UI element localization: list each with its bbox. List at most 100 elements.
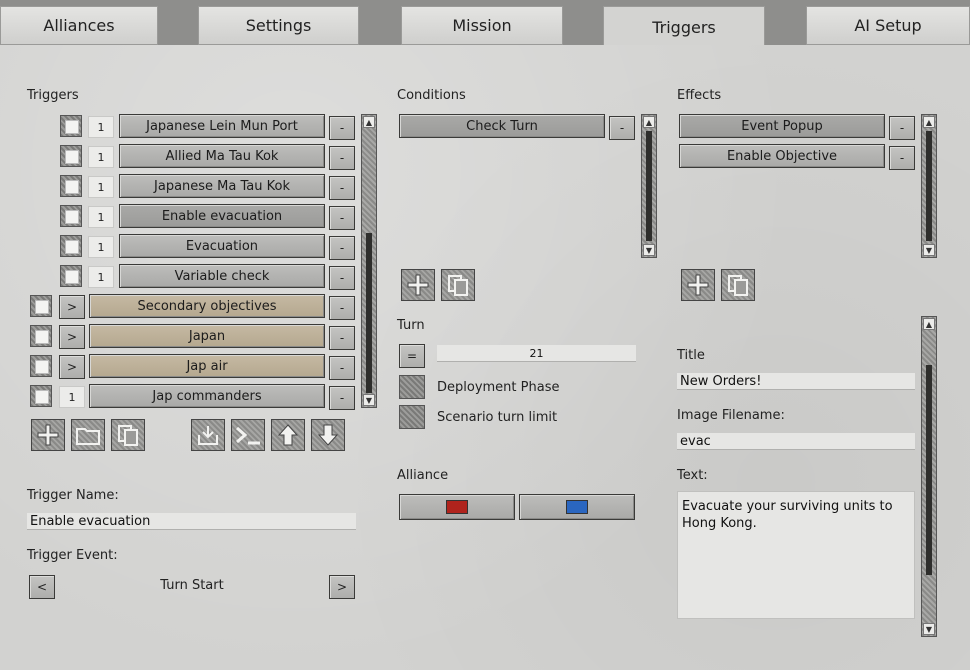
remove-trigger-button[interactable]: - xyxy=(329,326,355,350)
tab-label: Triggers xyxy=(652,17,716,37)
remove-trigger-button[interactable]: - xyxy=(329,116,355,140)
remove-trigger-button[interactable]: - xyxy=(329,146,355,170)
triggers-header: Triggers xyxy=(27,88,79,103)
scroll-up-icon[interactable]: ▲ xyxy=(363,116,375,128)
remove-trigger-button[interactable]: - xyxy=(329,266,355,290)
add-condition-button[interactable] xyxy=(401,269,435,301)
tab-ai-setup[interactable]: AI Setup xyxy=(806,6,970,45)
trigger-count: 1 xyxy=(88,206,114,228)
alliance-blue-button[interactable] xyxy=(519,494,635,520)
remove-trigger-button[interactable]: - xyxy=(329,236,355,260)
folder-icon xyxy=(76,428,100,445)
scroll-up-icon[interactable]: ▲ xyxy=(923,116,935,128)
trigger-checkbox[interactable] xyxy=(60,145,82,167)
trigger-checkbox[interactable] xyxy=(30,355,52,377)
trigger-name-input[interactable]: Enable evacuation xyxy=(27,513,356,530)
trigger-name-label: Trigger Name: xyxy=(27,488,119,503)
copy-effect-button[interactable] xyxy=(721,269,755,301)
turn-operator-button[interactable]: = xyxy=(399,344,425,368)
trigger-folder[interactable]: Secondary objectives xyxy=(89,294,325,318)
scenario-turn-limit-checkbox[interactable] xyxy=(399,405,425,429)
trigger-item[interactable]: Jap commanders xyxy=(89,384,325,408)
trigger-count: 1 xyxy=(88,176,114,198)
expand-folder-button[interactable]: > xyxy=(59,295,85,319)
tab-mission[interactable]: Mission xyxy=(401,6,563,45)
event-prev-button[interactable]: < xyxy=(29,575,55,599)
remove-trigger-button[interactable]: - xyxy=(329,356,355,380)
trigger-checkbox[interactable] xyxy=(60,205,82,227)
scroll-down-icon[interactable]: ▼ xyxy=(923,623,935,635)
tab-triggers[interactable]: Triggers xyxy=(603,6,765,47)
trigger-checkbox[interactable] xyxy=(60,265,82,287)
trigger-count: 1 xyxy=(88,266,114,288)
trigger-folder[interactable]: Jap air xyxy=(89,354,325,378)
effect-item-selected[interactable]: Event Popup xyxy=(679,114,885,138)
remove-condition-button[interactable]: - xyxy=(609,116,635,140)
conditions-scrollbar[interactable]: ▲ ▼ xyxy=(641,114,657,258)
remove-trigger-button[interactable]: - xyxy=(329,176,355,200)
deployment-phase-checkbox[interactable] xyxy=(399,375,425,399)
copy-icon xyxy=(118,425,138,446)
image-filename-input[interactable]: evac xyxy=(677,433,915,450)
effect-details-scrollbar[interactable]: ▲ ▼ xyxy=(921,316,937,637)
scrollbar-thumb[interactable] xyxy=(926,365,932,575)
triggers-scrollbar[interactable]: ▲ ▼ xyxy=(361,114,377,408)
trigger-checkbox[interactable] xyxy=(30,295,52,317)
effects-scrollbar[interactable]: ▲ ▼ xyxy=(921,114,937,258)
condition-item[interactable]: Check Turn xyxy=(399,114,605,138)
copy-icon xyxy=(728,275,748,296)
title-input[interactable]: New Orders! xyxy=(677,373,915,390)
tab-label: AI Setup xyxy=(854,16,922,35)
trigger-checkbox[interactable] xyxy=(60,235,82,257)
copy-trigger-button[interactable] xyxy=(111,419,145,451)
copy-condition-button[interactable] xyxy=(441,269,475,301)
scrollbar-thumb[interactable] xyxy=(646,131,652,241)
remove-effect-button[interactable]: - xyxy=(889,116,915,140)
trigger-item[interactable]: Evacuation xyxy=(119,234,325,258)
alliance-blue-swatch xyxy=(566,500,588,514)
console-button[interactable] xyxy=(231,419,265,451)
scroll-up-icon[interactable]: ▲ xyxy=(923,318,935,330)
add-folder-button[interactable] xyxy=(71,419,105,451)
event-next-button[interactable]: > xyxy=(329,575,355,599)
trigger-folder[interactable]: Japan xyxy=(89,324,325,348)
move-down-button[interactable] xyxy=(311,419,345,451)
expand-folder-button[interactable]: > xyxy=(59,325,85,349)
add-icon xyxy=(37,424,59,446)
move-up-icon xyxy=(277,424,299,446)
scroll-down-icon[interactable]: ▼ xyxy=(923,244,935,256)
trigger-checkbox[interactable] xyxy=(60,115,82,137)
remove-trigger-button[interactable]: - xyxy=(329,206,355,230)
scroll-up-icon[interactable]: ▲ xyxy=(643,116,655,128)
add-effect-button[interactable] xyxy=(681,269,715,301)
effects-header: Effects xyxy=(677,88,722,103)
effect-text-area[interactable]: Evacuate your surviving units to Hong Ko… xyxy=(677,491,915,619)
trigger-item[interactable]: Japanese Ma Tau Kok xyxy=(119,174,325,198)
trigger-checkbox[interactable] xyxy=(30,325,52,347)
trigger-item-selected[interactable]: Enable evacuation xyxy=(119,204,325,228)
trigger-checkbox[interactable] xyxy=(60,175,82,197)
add-trigger-button[interactable] xyxy=(31,419,65,451)
trigger-checkbox[interactable] xyxy=(30,385,52,407)
remove-effect-button[interactable]: - xyxy=(889,146,915,170)
scrollbar-thumb[interactable] xyxy=(366,233,372,393)
scroll-down-icon[interactable]: ▼ xyxy=(363,394,375,406)
import-button[interactable] xyxy=(191,419,225,451)
remove-trigger-button[interactable]: - xyxy=(329,296,355,320)
effect-item[interactable]: Enable Objective xyxy=(679,144,885,168)
tab-settings[interactable]: Settings xyxy=(198,6,359,45)
expand-folder-button[interactable]: > xyxy=(59,355,85,379)
trigger-item[interactable]: Allied Ma Tau Kok xyxy=(119,144,325,168)
image-filename-label: Image Filename: xyxy=(677,408,785,423)
trigger-item[interactable]: Variable check xyxy=(119,264,325,288)
copy-icon xyxy=(448,275,468,296)
move-up-button[interactable] xyxy=(271,419,305,451)
scroll-down-icon[interactable]: ▼ xyxy=(643,244,655,256)
trigger-item[interactable]: Japanese Lein Mun Port xyxy=(119,114,325,138)
remove-trigger-button[interactable]: - xyxy=(329,386,355,410)
trigger-count: 1 xyxy=(88,146,114,168)
tab-alliances[interactable]: Alliances xyxy=(0,6,158,45)
scrollbar-thumb[interactable] xyxy=(926,131,932,241)
turn-value-input[interactable]: 21 xyxy=(437,345,636,362)
alliance-red-button[interactable] xyxy=(399,494,515,520)
